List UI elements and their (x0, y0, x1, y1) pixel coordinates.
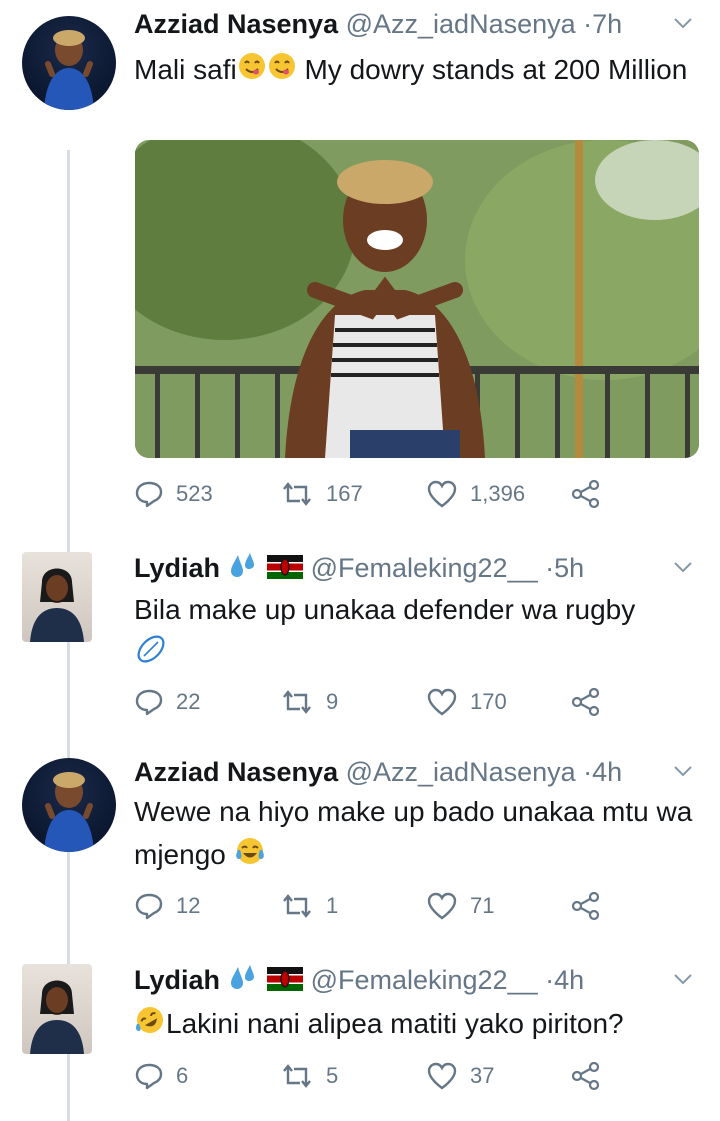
share-icon (571, 1061, 600, 1091)
retweet-icon (283, 1064, 311, 1088)
reply-icon (135, 1063, 163, 1090)
display-name[interactable]: Lydiah (134, 965, 220, 995)
avatar[interactable] (22, 552, 92, 642)
timestamp[interactable]: 4h (554, 965, 584, 995)
user-handle[interactable]: @Azz_iadNasenya (346, 9, 576, 39)
retweet-count: 167 (326, 481, 363, 506)
reply-icon (135, 481, 163, 508)
like-count: 37 (470, 1063, 495, 1088)
like-count: 1,396 (470, 481, 526, 506)
tweet-text: Lakini nani alipea matiti yako piriton? (134, 1002, 694, 1048)
like-count: 71 (470, 893, 495, 918)
tweet-actions: 523 167 1,396 (134, 474, 614, 514)
timestamp[interactable]: 5h (554, 553, 584, 583)
tweet-header: Azziad Nasenya @Azz_iadNasenya ·4h (134, 752, 694, 792)
tweet-actions: 6 5 37 (134, 1056, 614, 1096)
reply-button[interactable]: 523 (134, 474, 213, 514)
tweet-actions: 12 1 71 (134, 886, 614, 926)
tweet[interactable]: Azziad Nasenya @Azz_iadNasenya ·7h Mali … (0, 0, 720, 530)
sweat-droplets-icon (228, 962, 260, 1002)
like-button[interactable]: 170 (426, 682, 507, 722)
tweet-photo[interactable] (135, 140, 699, 458)
avatar[interactable] (22, 758, 116, 852)
reply-icon (135, 689, 163, 716)
share-icon (571, 479, 600, 509)
user-handle[interactable]: @Femaleking22__ (311, 965, 538, 995)
retweet-icon (283, 894, 311, 918)
display-name[interactable]: Lydiah (134, 553, 220, 583)
heart-icon (427, 688, 457, 716)
rofl-emoji-icon (134, 1004, 166, 1048)
share-icon (571, 891, 600, 921)
heart-icon (427, 1062, 457, 1090)
like-count: 170 (470, 689, 507, 714)
tweet[interactable]: Lydiah @Femaleking22__ ·4h Lakini nani a… (0, 950, 720, 1121)
retweet-button[interactable]: 1 (280, 886, 338, 926)
avatar[interactable] (22, 16, 116, 110)
display-name[interactable]: Azziad Nasenya (134, 757, 338, 787)
avatar[interactable] (22, 964, 92, 1054)
kenya-flag-icon (267, 962, 304, 1002)
separator-dot: · (545, 965, 555, 995)
retweet-button[interactable]: 167 (280, 474, 363, 514)
sweat-droplets-icon (228, 550, 260, 590)
retweet-count: 9 (326, 689, 339, 714)
tweet-text-part: Mali safi (134, 54, 237, 85)
tweet-header: Lydiah @Femaleking22__ ·4h (134, 960, 694, 1000)
reply-button[interactable]: 22 (134, 682, 200, 722)
tweet-text: Mali safi My dowry stands at 200 Million (134, 48, 694, 93)
tweet-text-part: Lakini nani alipea matiti yako piriton? (166, 1008, 624, 1039)
share-button[interactable] (570, 886, 614, 926)
timestamp[interactable]: 7h (592, 9, 622, 39)
retweet-icon (283, 482, 311, 506)
timestamp[interactable]: 4h (592, 757, 622, 787)
tweet-header: Azziad Nasenya @Azz_iadNasenya ·7h (134, 4, 694, 44)
display-name[interactable]: Azziad Nasenya (134, 9, 338, 39)
user-handle[interactable]: @Azz_iadNasenya (346, 757, 576, 787)
tweet-actions: 22 9 170 (134, 682, 614, 722)
tweet-text: Bila make up unakaa defender wa rugby (134, 588, 694, 678)
tweet[interactable]: Azziad Nasenya @Azz_iadNasenya ·4h Wewe … (0, 740, 720, 950)
reply-button[interactable]: 6 (134, 1056, 188, 1096)
retweet-button[interactable]: 5 (280, 1056, 338, 1096)
reply-count: 12 (176, 893, 201, 918)
tears-of-joy-emoji-icon (234, 835, 266, 879)
share-button[interactable] (570, 474, 614, 514)
retweet-button[interactable]: 9 (280, 682, 338, 722)
reply-count: 6 (176, 1063, 189, 1088)
heart-icon (427, 480, 457, 508)
rugby-ball-icon (134, 632, 168, 678)
yum-emoji-icon (267, 50, 297, 93)
user-handle[interactable]: @Femaleking22__ (311, 553, 538, 583)
yum-emoji-icon (237, 50, 267, 93)
share-icon (571, 687, 600, 717)
reply-icon (135, 893, 163, 920)
like-button[interactable]: 1,396 (426, 474, 525, 514)
reply-count: 523 (176, 481, 213, 506)
retweet-count: 5 (326, 1063, 339, 1088)
tweet-header: Lydiah @Femaleking22__ ·5h (134, 548, 694, 588)
separator-dot: · (583, 757, 593, 787)
separator-dot: · (583, 9, 593, 39)
share-button[interactable] (570, 1056, 614, 1096)
tweet-text-part: Bila make up unakaa defender wa rugby (134, 594, 636, 625)
like-button[interactable]: 37 (426, 1056, 494, 1096)
like-button[interactable]: 71 (426, 886, 494, 926)
tweet-text-part: Wewe na hiyo make up bado unakaa mtu wa … (134, 796, 693, 870)
tweet-text: Wewe na hiyo make up bado unakaa mtu wa … (134, 790, 694, 879)
separator-dot: · (545, 553, 555, 583)
share-button[interactable] (570, 682, 614, 722)
retweet-icon (283, 690, 311, 714)
heart-icon (427, 892, 457, 920)
reply-button[interactable]: 12 (134, 886, 200, 926)
retweet-count: 1 (326, 893, 339, 918)
tweet[interactable]: Lydiah @Femaleking22__ ·5h Bila make up … (0, 530, 720, 740)
tweet-text-part: My dowry stands at 200 Million (296, 54, 688, 85)
reply-count: 22 (176, 689, 201, 714)
kenya-flag-icon (267, 550, 304, 590)
